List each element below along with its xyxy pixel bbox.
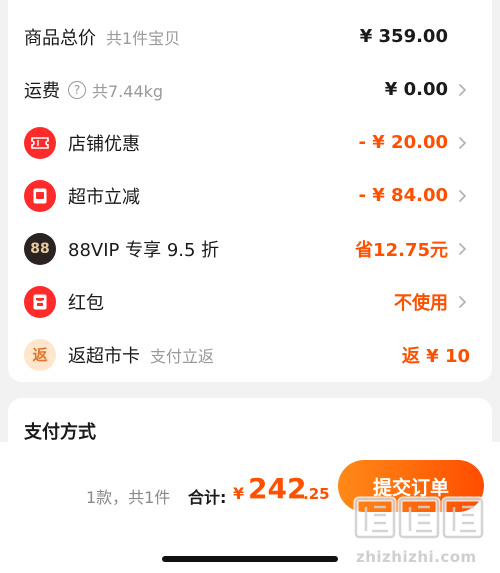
- watermark-logo: [350, 493, 490, 543]
- vip-badge-icon: 88: [24, 232, 56, 265]
- item-total-value: ¥ 359.00: [359, 26, 448, 47]
- chevron-right-icon: [454, 188, 470, 204]
- grand-total-decimal: .25: [303, 485, 330, 503]
- cashback-badge-icon: 返: [24, 338, 56, 371]
- red-packet-row[interactable]: 红包 不使用: [24, 275, 470, 328]
- shop-discount-value: - ¥ 20.00: [358, 132, 448, 153]
- help-icon[interactable]: ?: [68, 80, 86, 99]
- chevron-right-icon: [454, 82, 470, 98]
- shipping-label: 运费: [24, 80, 60, 102]
- item-total-label: 商品总价: [24, 27, 96, 49]
- watermark-text: zhizhizhi.com: [356, 548, 477, 566]
- shipping-row[interactable]: 运费 ? 共7.44kg ¥ 0.00: [24, 63, 470, 116]
- market-discount-value: - ¥ 84.00: [358, 185, 448, 206]
- chevron-right-icon: [454, 135, 470, 151]
- market-discount-row[interactable]: 超市立减 - ¥ 84.00: [24, 169, 470, 222]
- cashback-value: 返 ¥ 10: [401, 345, 470, 367]
- shop-discount-row[interactable]: 店铺优惠 - ¥ 20.00: [24, 116, 470, 169]
- chevron-right-icon: [454, 294, 470, 310]
- shipping-weight: 共7.44kg: [92, 81, 164, 101]
- coupon-icon: [24, 126, 56, 159]
- grand-total-integer: 242: [248, 472, 307, 505]
- item-total-row: 商品总价 共1件宝贝 ¥ 359.00: [24, 10, 470, 63]
- chevron-right-icon: [454, 241, 470, 257]
- cashback-row: 返 返超市卡 支付立返 返 ¥ 10: [24, 328, 470, 381]
- currency-symbol: ¥: [233, 484, 245, 503]
- item-count: 共1件宝贝: [106, 28, 181, 48]
- payment-method-title: 支付方式: [24, 422, 96, 443]
- vip-discount-label: 88VIP 专享 9.5 折: [68, 239, 220, 261]
- vip-discount-value: 省12.75元: [355, 239, 448, 261]
- red-packet-value: 不使用: [394, 292, 448, 314]
- home-indicator[interactable]: [162, 556, 338, 562]
- cashback-label: 返超市卡: [68, 345, 140, 367]
- vip-discount-row[interactable]: 88 88VIP 专享 9.5 折 省12.75元: [24, 222, 470, 275]
- item-count-summary: 1款，共1件: [86, 488, 171, 507]
- shipping-value: ¥ 0.00: [384, 79, 448, 100]
- market-discount-label: 超市立减: [68, 186, 140, 208]
- order-summary-card: 商品总价 共1件宝贝 ¥ 359.00 运费 ? 共7.44kg ¥ 0.00 …: [8, 0, 492, 382]
- red-packet-icon: [24, 285, 56, 318]
- shop-discount-label: 店铺优惠: [68, 133, 140, 155]
- red-packet-label: 红包: [68, 292, 104, 314]
- cashback-sub: 支付立返: [150, 346, 215, 366]
- instant-discount-icon: [24, 179, 56, 212]
- grand-total-label: 合计:: [188, 488, 227, 507]
